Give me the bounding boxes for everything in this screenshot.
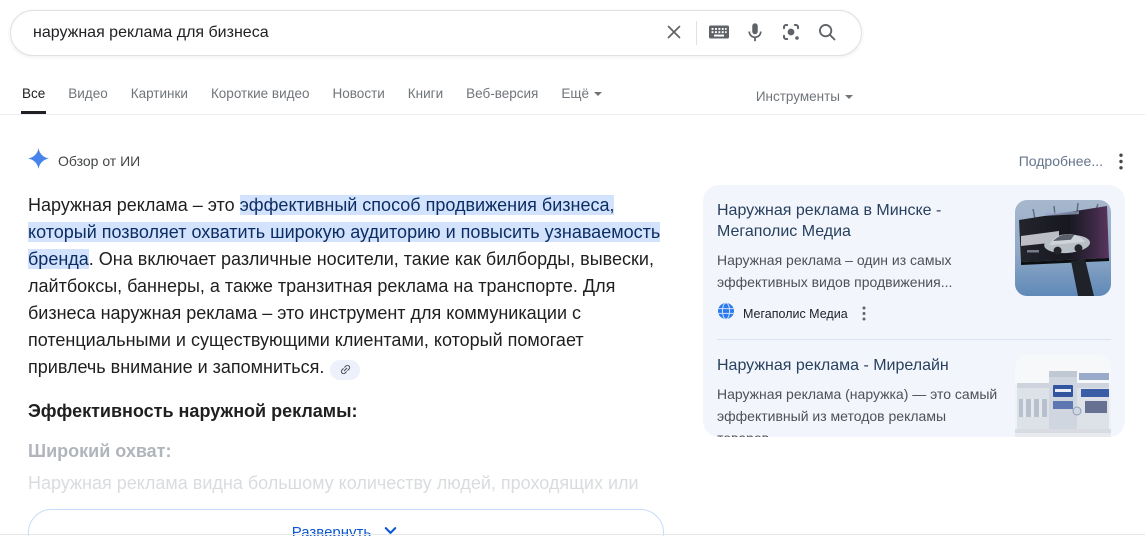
citation-link-chip[interactable] [330,359,361,380]
ai-sources-panel: Наружная реклама в Минске - Мегаполис Ме… [703,185,1125,437]
ai-overview-title: Обзор от ИИ [58,153,141,169]
search-bar-divider [696,21,697,45]
tab-books[interactable]: Книги [407,78,444,114]
search-input[interactable] [33,24,656,42]
source-card[interactable]: Наружная реклама - Мирелайн Наружная рек… [717,355,1111,437]
source-card-snippet: Наружная реклама (наружка) — это самый э… [717,386,998,437]
expand-button[interactable]: Развернуть [28,509,664,536]
google-serp-page: Все Видео Картинки Короткие видео Новост… [0,0,1145,536]
tab-more[interactable]: Ещё [560,78,603,114]
ai-section-heading: Эффективность наружной рекламы: [28,401,358,421]
tab-news[interactable]: Новости [332,78,386,114]
ai-overview-paragraph: Наружная реклама – это эффективный спосо… [28,192,664,381]
close-icon [663,21,685,46]
microphone-icon [744,21,766,46]
globe-favicon-icon [717,302,735,325]
image-search-button[interactable] [773,15,809,51]
source-card-title[interactable]: Наружная реклама - Мирелайн [717,355,999,376]
tab-web[interactable]: Веб-версия [465,78,539,114]
paragraph-text: Наружная реклама – это [28,195,240,215]
source-card-thumbnail[interactable] [1015,200,1111,296]
camera-lens-icon [779,20,803,47]
tab-short-videos[interactable]: Короткие видео [210,78,311,114]
keyboard-button[interactable] [701,15,737,51]
search-submit-button[interactable] [809,15,845,51]
paragraph-text: . Она включает различные носители, такие… [28,249,654,377]
search-icon [816,21,838,46]
ai-overview-more-link[interactable]: Подробнее... [1019,153,1103,169]
ai-overview-body: Наружная реклама – это эффективный спосо… [28,192,664,536]
ai-faded-subheading: Широкий охват: [28,441,172,461]
ai-sparkle-icon [28,148,49,174]
ai-faded-text-line: Наружная реклама видна большому количест… [28,473,639,493]
tab-video[interactable]: Видео [67,78,108,114]
card-divider [717,339,1111,340]
clear-search-button[interactable] [656,15,692,51]
source-card-title[interactable]: Наружная реклама в Минске - Мегаполис Ме… [717,200,999,242]
tools-menu[interactable]: Инструменты [756,81,853,114]
source-name: Мегаполис Медиа [743,306,848,321]
search-bar[interactable] [10,10,862,56]
tab-all[interactable]: Все [21,78,47,114]
keyboard-icon [707,20,731,47]
storefront-photo [1015,355,1111,437]
ai-overview-menu-button[interactable] [1117,151,1125,172]
source-card-snippet: Наружная реклама – один из самых эффекти… [717,252,953,290]
billboard-photo [1015,200,1111,296]
source-card-meta: Мегаполис Медиа [717,302,999,325]
ai-overview-header: Обзор от ИИ Подробнее... [28,148,1125,174]
source-card-menu-button[interactable] [860,304,868,323]
kebab-icon [1119,153,1123,169]
tab-images[interactable]: Картинки [130,78,189,114]
result-type-tabs: Все Видео Картинки Короткие видео Новост… [0,79,1145,115]
page-bottom-divider [0,534,1145,535]
chevron-down-icon [593,92,602,96]
link-icon [340,364,351,375]
chevron-down-icon [845,95,853,99]
voice-search-button[interactable] [737,15,773,51]
kebab-icon [862,306,866,321]
source-card[interactable]: Наружная реклама в Минске - Мегаполис Ме… [717,200,1111,325]
source-card-thumbnail[interactable] [1015,355,1111,437]
